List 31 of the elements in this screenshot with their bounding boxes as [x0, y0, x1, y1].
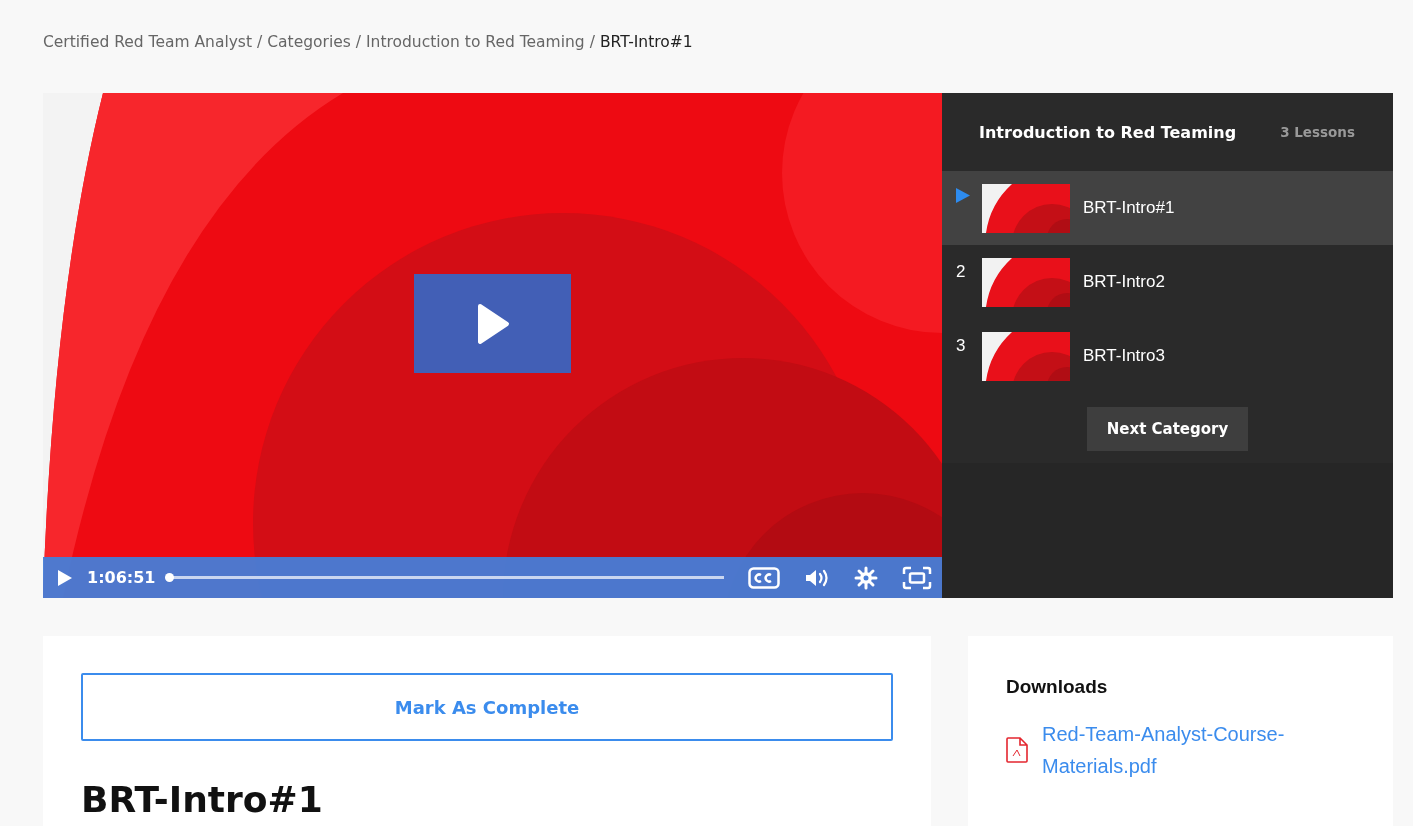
breadcrumb-separator: /: [355, 32, 362, 51]
lesson-heading: BRT-Intro#1: [81, 779, 324, 820]
lesson-item[interactable]: 3 BRT-Intro3: [942, 319, 1393, 393]
lesson-count: 3 Lessons: [1280, 124, 1355, 140]
progress-thumb[interactable]: [165, 573, 175, 582]
lesson-title: BRT-Intro2: [1083, 272, 1165, 292]
downloads-title: Downloads: [1006, 676, 1109, 698]
pdf-file-icon: [1006, 737, 1028, 763]
lesson-title: BRT-Intro#1: [1083, 198, 1175, 218]
lesson-number: 2: [956, 262, 966, 282]
play-button[interactable]: [414, 274, 571, 373]
breadcrumb-link[interactable]: Introduction to Red Teaming: [366, 32, 585, 51]
lesson-title: BRT-Intro3: [1083, 346, 1165, 366]
breadcrumb-link[interactable]: Certified Red Team Analyst: [43, 32, 252, 51]
captions-icon[interactable]: [748, 566, 780, 589]
mark-complete-button[interactable]: Mark As Complete: [81, 673, 893, 741]
next-category-button[interactable]: Next Category: [1086, 407, 1249, 451]
breadcrumb-current: BRT-Intro#1: [599, 32, 693, 51]
play-icon[interactable]: [57, 568, 73, 587]
play-icon: [475, 302, 510, 345]
category-title: Introduction to Red Teaming: [979, 122, 1237, 142]
breadcrumb-separator: /: [589, 32, 595, 51]
settings-icon[interactable]: [854, 565, 878, 590]
breadcrumb-separator: /: [257, 32, 263, 51]
download-link[interactable]: Red-Team-Analyst-Course-Materials.pdf: [1042, 718, 1302, 782]
play-icon: [956, 188, 970, 203]
video-time: 1:06:51: [87, 568, 156, 587]
fullscreen-icon[interactable]: [902, 565, 932, 590]
lesson-number: 3: [956, 336, 966, 356]
breadcrumb-link[interactable]: Categories: [267, 32, 351, 51]
lesson-item[interactable]: BRT-Intro#1: [942, 171, 1393, 245]
